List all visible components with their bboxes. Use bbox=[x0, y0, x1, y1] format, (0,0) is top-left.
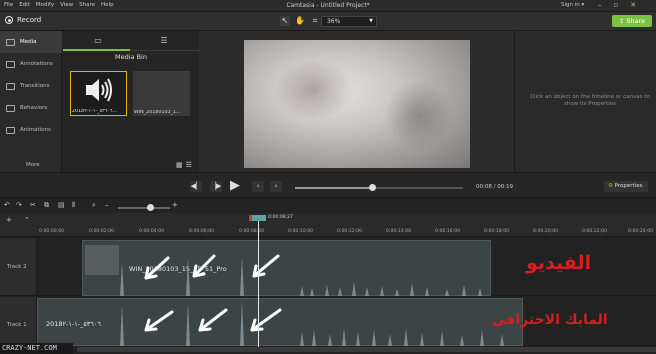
timeline-scrollbar[interactable] bbox=[77, 347, 656, 352]
waveform-video bbox=[120, 256, 482, 296]
watermark: CRAZY-NET.COM bbox=[0, 343, 73, 354]
waveform-audio bbox=[120, 300, 504, 346]
mic-annotation-label: المايك الاحترافي bbox=[492, 312, 608, 328]
waveform-overlay bbox=[120, 254, 504, 346]
video-annotation-label: الفيديو bbox=[526, 252, 592, 274]
playhead-line bbox=[258, 221, 259, 349]
annotation-arrows bbox=[144, 254, 282, 332]
camtasia-window: File Edit Modify View Share Help Camtasi… bbox=[0, 0, 656, 354]
